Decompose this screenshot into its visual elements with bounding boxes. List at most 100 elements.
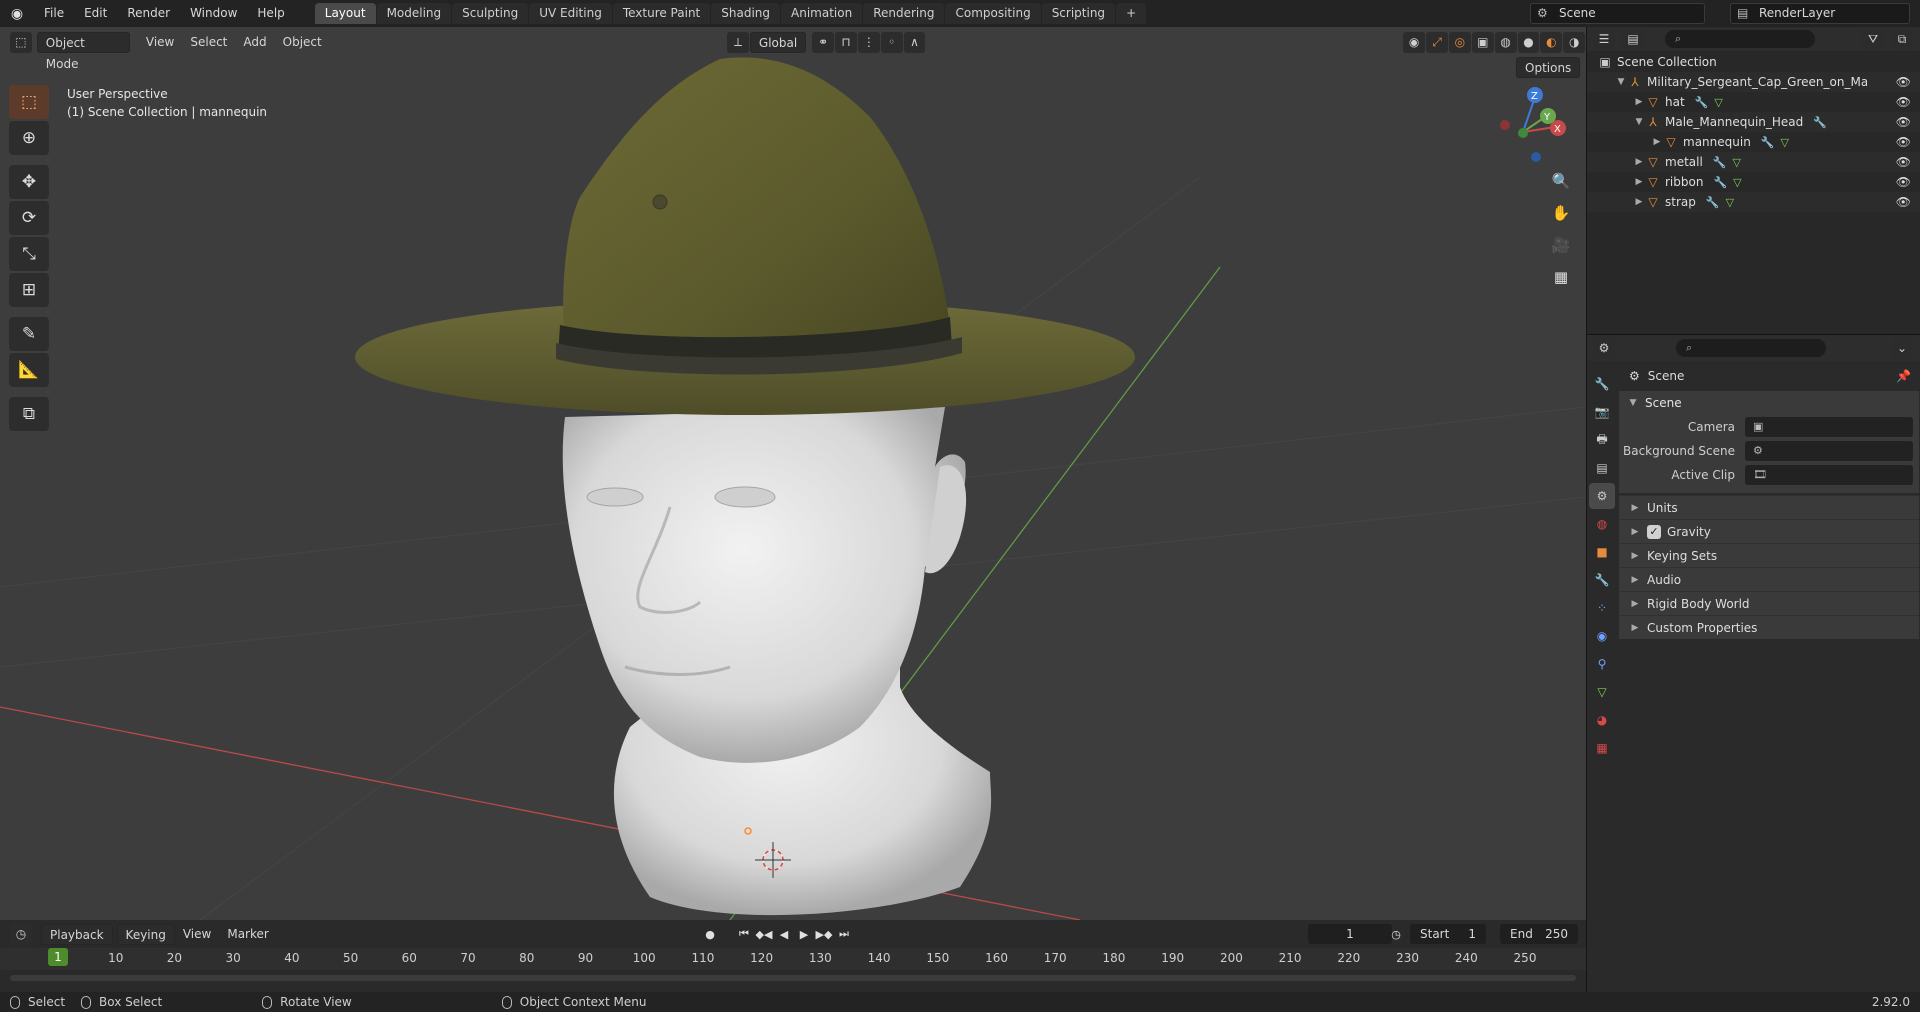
expand-down-icon[interactable]: ▼ (1633, 117, 1645, 127)
render-tab-icon[interactable]: 📷 (1589, 399, 1615, 425)
data-tab-icon[interactable]: ▽ (1589, 679, 1615, 705)
tab-scripting[interactable]: Scripting (1041, 3, 1116, 24)
visibility-icon[interactable]: ◉ (1403, 31, 1426, 53)
filter-icon[interactable]: ⛛ (1862, 28, 1884, 50)
transform-orientation-dropdown[interactable]: Global (749, 31, 807, 53)
scene-selector[interactable]: ⚙ Scene (1530, 3, 1705, 24)
outliner-item[interactable]: ▶ ▽ mannequin 🔧 ▽ 👁 (1587, 132, 1920, 152)
tab-sculpting[interactable]: Sculpting (452, 3, 529, 24)
modifier-icon[interactable]: 🔧 (1761, 136, 1775, 149)
new-collection-icon[interactable]: ⧉ (1891, 28, 1913, 50)
mesh-data-icon[interactable]: ▽ (1781, 136, 1789, 149)
prev-keyframe-icon[interactable]: ◆◀ (754, 924, 774, 944)
next-keyframe-icon[interactable]: ▶◆ (814, 924, 834, 944)
gizmo-toggle-icon[interactable]: ⤢ (1426, 31, 1448, 53)
outliner-item[interactable]: ▶ ▽ strap 🔧 ▽ 👁 (1587, 192, 1920, 212)
annotate-tool-icon[interactable]: ✎ (9, 317, 49, 351)
outliner-item[interactable]: ▼ ⅄ Military_Sergeant_Cap_Green_on_Mannequ… (1587, 72, 1920, 92)
mesh-data-icon[interactable]: ▽ (1733, 176, 1741, 189)
editor-type-icon[interactable]: ⬚ (9, 31, 32, 53)
timeline-editor-type-icon[interactable]: ◷ (10, 923, 32, 945)
rotate-tool-icon[interactable]: ⟳ (9, 201, 49, 235)
output-tab-icon[interactable]: 🖶 (1589, 427, 1615, 453)
properties-options-icon[interactable]: ⌄ (1891, 337, 1913, 359)
pin-icon[interactable]: 📌 (1896, 369, 1911, 383)
mode-dropdown[interactable]: Object Mode (36, 31, 130, 71)
measure-tool-icon[interactable]: 📐 (9, 353, 49, 387)
visibility-eye-icon[interactable]: 👁 (1896, 115, 1911, 129)
visibility-eye-icon[interactable]: 👁 (1896, 75, 1911, 89)
scene-tab-icon[interactable]: ⚙ (1589, 483, 1615, 509)
3d-viewport[interactable]: Z X Y ⬚ Object Mode View Select Add Obje… (0, 27, 1586, 920)
snap-icon[interactable]: ⊓ (835, 31, 857, 53)
tab-compositing[interactable]: Compositing (945, 3, 1041, 24)
object-tab-icon[interactable]: ■ (1589, 539, 1615, 565)
physics-tab-icon[interactable]: ◉ (1589, 623, 1615, 649)
tab-animation[interactable]: Animation (781, 3, 863, 24)
xray-icon[interactable]: ▣ (1471, 31, 1494, 53)
jump-start-icon[interactable]: ⏮ (734, 924, 754, 944)
shading-material-icon[interactable]: ◐ (1540, 31, 1563, 53)
modifier-tab-icon[interactable]: 🔧 (1589, 567, 1615, 593)
outliner-editor-type-icon[interactable]: ☰ (1593, 28, 1615, 50)
tab-modeling[interactable]: Modeling (376, 3, 452, 24)
select-box-tool-icon[interactable]: ⬚ (9, 85, 49, 119)
shading-rendered-icon[interactable]: ◑ (1563, 31, 1586, 53)
modifier-icon[interactable]: 🔧 (1713, 156, 1727, 169)
properties-editor[interactable]: ⚙ ⌕ ⌄ 🔧 📷 🖶 ▤ ⚙ ◍ ■ 🔧 ⁘ ◉ ⚲ ▽ ◕ ▦ ⚙ Scen… (1586, 334, 1920, 992)
mesh-data-icon[interactable]: ▽ (1714, 96, 1722, 109)
blender-logo-icon[interactable]: ◉ (0, 0, 34, 27)
start-frame-field[interactable]: Start 1 (1410, 924, 1486, 944)
modifier-icon[interactable]: 🔧 (1706, 196, 1720, 209)
playback-dropdown[interactable]: Playback (41, 923, 113, 945)
properties-editor-type-icon[interactable]: ⚙ (1593, 337, 1615, 359)
outliner-editor[interactable]: ☰ ▤ ⌕ ⛛ ⧉ ▣ Scene Collection ▼ ⅄ Military_… (1586, 27, 1920, 334)
tool-tab-icon[interactable]: 🔧 (1589, 371, 1615, 397)
play-reverse-icon[interactable]: ◀ (774, 924, 794, 944)
world-tab-icon[interactable]: ◍ (1589, 511, 1615, 537)
preview-range-icon[interactable]: ◷ (1386, 924, 1406, 944)
modifier-icon[interactable]: 🔧 (1713, 176, 1727, 189)
menu-select[interactable]: Select (182, 32, 235, 53)
move-tool-icon[interactable]: ✥ (9, 165, 49, 199)
rigid-body-world-panel[interactable]: ▶ Rigid Body World (1619, 591, 1919, 615)
menu-view[interactable]: View (138, 32, 182, 53)
menu-file[interactable]: File (34, 0, 74, 27)
background-scene-field[interactable]: ⚙ (1745, 441, 1913, 461)
camera-field[interactable]: ▣ (1745, 417, 1913, 437)
expand-down-icon[interactable]: ▼ (1615, 77, 1627, 87)
shading-solid-icon[interactable]: ● (1517, 31, 1540, 53)
view-layer-tab-icon[interactable]: ▤ (1589, 455, 1615, 481)
tab-layout[interactable]: Layout (314, 3, 376, 24)
proportional-edit-icon[interactable]: ◦ (880, 31, 903, 53)
timeline-ruler[interactable]: 10 20 30 40 50 60 70 80 90 100 110 120 130 140 150 160 1… (0, 948, 1586, 970)
current-frame-field[interactable]: 1 (1308, 924, 1392, 944)
outliner-item[interactable]: ▶ ▽ hat 🔧 ▽ 👁 (1587, 92, 1920, 112)
end-frame-field[interactable]: End 250 (1500, 924, 1578, 944)
outliner-item[interactable]: ▼ ⅄ Male_Mannequin_Head 🔧 👁 (1587, 112, 1920, 132)
material-tab-icon[interactable]: ◕ (1589, 707, 1615, 733)
gravity-checkbox[interactable]: ✓ (1647, 524, 1661, 539)
outliner-scene-collection[interactable]: ▣ Scene Collection (1587, 52, 1920, 72)
visibility-eye-icon[interactable]: 👁 (1896, 95, 1911, 109)
shading-wireframe-icon[interactable]: ◍ (1494, 31, 1517, 53)
menu-help[interactable]: Help (247, 0, 294, 27)
pan-hand-icon[interactable]: ✋ (1547, 199, 1575, 227)
perspective-grid-icon[interactable]: ▦ (1547, 263, 1575, 291)
transform-tool-icon[interactable]: ⊞ (9, 273, 49, 307)
menu-window[interactable]: Window (180, 0, 247, 27)
menu-render[interactable]: Render (117, 0, 180, 27)
menu-edit[interactable]: Edit (74, 0, 117, 27)
mesh-data-icon[interactable]: ▽ (1733, 156, 1741, 169)
timeline-scrollbar[interactable] (10, 975, 1576, 981)
expand-right-icon[interactable]: ▶ (1651, 137, 1663, 147)
display-mode-icon[interactable]: ▤ (1622, 28, 1644, 50)
expand-right-icon[interactable]: ▶ (1633, 197, 1645, 207)
add-cube-tool-icon[interactable]: ⧉ (9, 397, 49, 431)
expand-right-icon[interactable]: ▶ (1633, 97, 1645, 107)
transform-orientation-icon[interactable]: ⟂ (727, 31, 749, 53)
keying-sets-panel[interactable]: ▶ Keying Sets (1619, 543, 1919, 567)
timeline-menu-marker[interactable]: Marker (219, 924, 276, 945)
expand-right-icon[interactable]: ▶ (1633, 177, 1645, 187)
timeline-editor[interactable]: ◷ Playback Keying View Marker ● ⏮ ◆◀ ◀ ▶… (0, 920, 1586, 992)
